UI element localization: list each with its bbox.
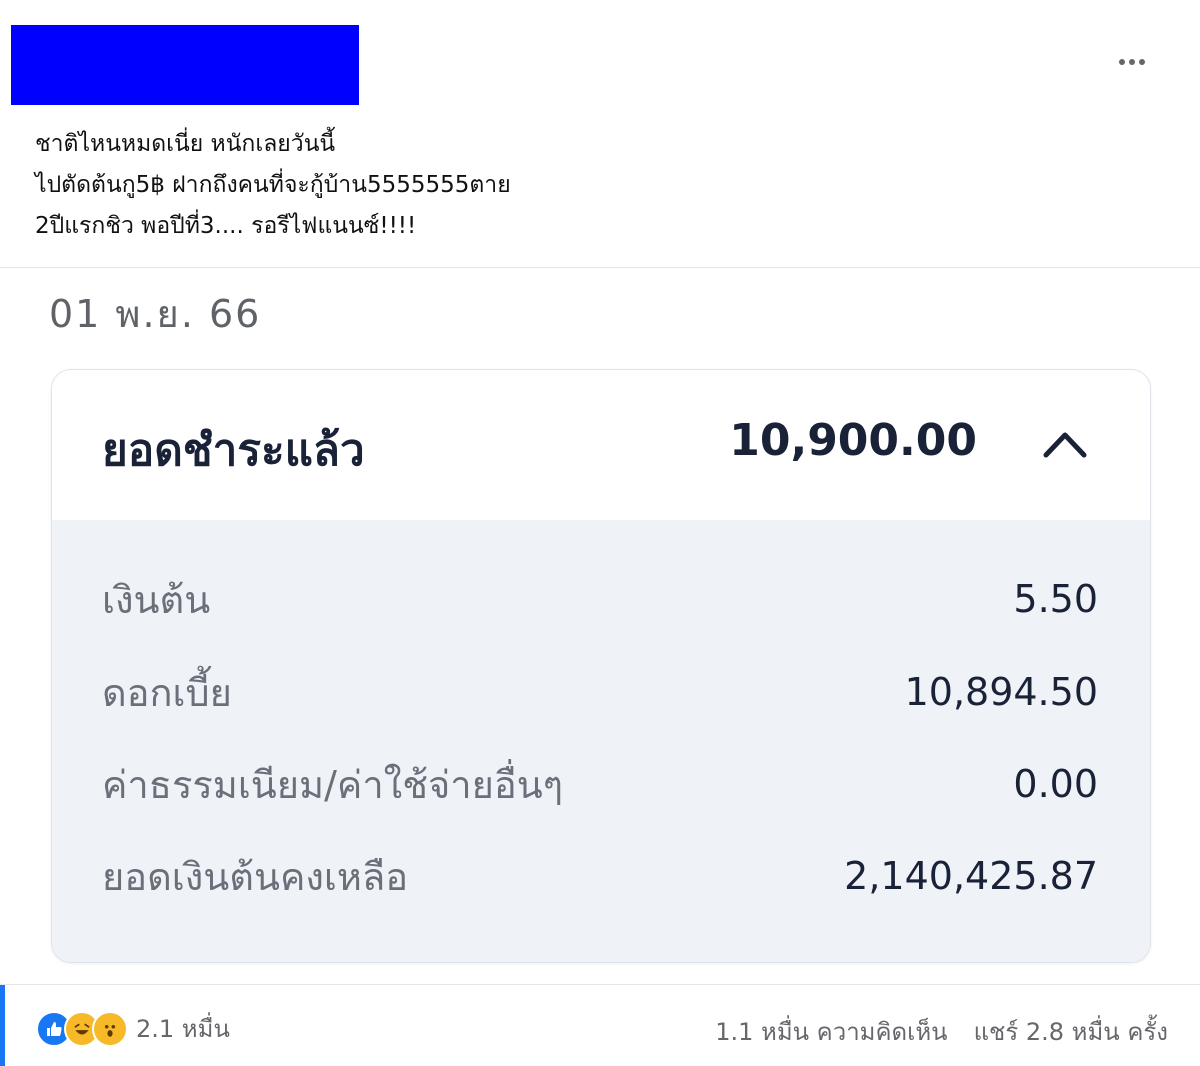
principal-value: 5.50 <box>1013 577 1098 621</box>
shares-count-link[interactable]: แชร์ 2.8 หมื่น ครั้ง <box>974 1012 1168 1051</box>
ellipsis-icon <box>1139 59 1145 65</box>
slip-date: 01 พ.ย. 66 <box>49 292 262 336</box>
principal-label: เงินต้น <box>102 577 211 622</box>
reactions-summary[interactable]: 2.1 หมื่น <box>36 1009 230 1048</box>
comments-count-link[interactable]: 1.1 หมื่น ความคิดเห็น <box>715 1012 947 1051</box>
interest-value: 10,894.50 <box>904 670 1098 714</box>
more-options-button[interactable] <box>1108 44 1156 80</box>
engagement-stats: 1.1 หมื่น ความคิดเห็น แชร์ 2.8 หมื่น ครั… <box>715 1012 1168 1051</box>
ellipsis-icon <box>1129 59 1135 65</box>
reaction-count: 2.1 หมื่น <box>136 1015 230 1043</box>
post-header: ชาติไหนหมดเนี่ย หนักเลยวันนี้ ไปตัดต้นกู… <box>0 0 1200 268</box>
ellipsis-icon <box>1119 59 1125 65</box>
post-text-line: 2ปีแรกชิว พอปีที่3.... รอรีไฟแนนซ์!!!! <box>35 213 417 239</box>
remaining-principal-label: ยอดเงินต้นคงเหลือ <box>102 854 409 899</box>
breakdown-row: ดอกเบี้ย 10,894.50 <box>102 662 1098 722</box>
remaining-principal-value: 2,140,425.87 <box>844 854 1098 898</box>
redacted-author-block <box>11 25 359 105</box>
paid-amount-value: 10,900.00 <box>729 415 977 466</box>
payment-summary[interactable]: ยอดชำระแล้ว 10,900.00 <box>52 370 1150 520</box>
chevron-up-icon[interactable] <box>1042 425 1088 461</box>
wow-icon <box>92 1010 128 1047</box>
breakdown-row: ยอดเงินต้นคงเหลือ 2,140,425.87 <box>102 846 1098 906</box>
interest-label: ดอกเบี้ย <box>102 670 232 715</box>
payment-breakdown: เงินต้น 5.50 ดอกเบี้ย 10,894.50 ค่าธรรมเ… <box>52 520 1150 962</box>
payment-card: ยอดชำระแล้ว 10,900.00 เงินต้น 5.50 ดอกเบ… <box>51 369 1151 963</box>
post-text-line: ไปตัดต้นกู5฿ ฝากถึงคนที่จะกู้บ้าน5555555… <box>35 172 511 198</box>
post-text: ชาติไหนหมดเนี่ย หนักเลยวันนี้ ไปตัดต้นกู… <box>35 124 1135 247</box>
left-accent-bar <box>0 985 5 1066</box>
footer-divider <box>0 984 1200 985</box>
paid-amount-label: ยอดชำระแล้ว <box>102 425 365 476</box>
fees-label: ค่าธรรมเนียม/ค่าใช้จ่ายอื่นๆ <box>102 762 564 807</box>
fees-value: 0.00 <box>1013 762 1098 806</box>
post-text-line: ชาติไหนหมดเนี่ย หนักเลยวันนี้ <box>35 131 336 157</box>
breakdown-row: ค่าธรรมเนียม/ค่าใช้จ่ายอื่นๆ 0.00 <box>102 754 1098 814</box>
breakdown-row: เงินต้น 5.50 <box>102 569 1098 629</box>
